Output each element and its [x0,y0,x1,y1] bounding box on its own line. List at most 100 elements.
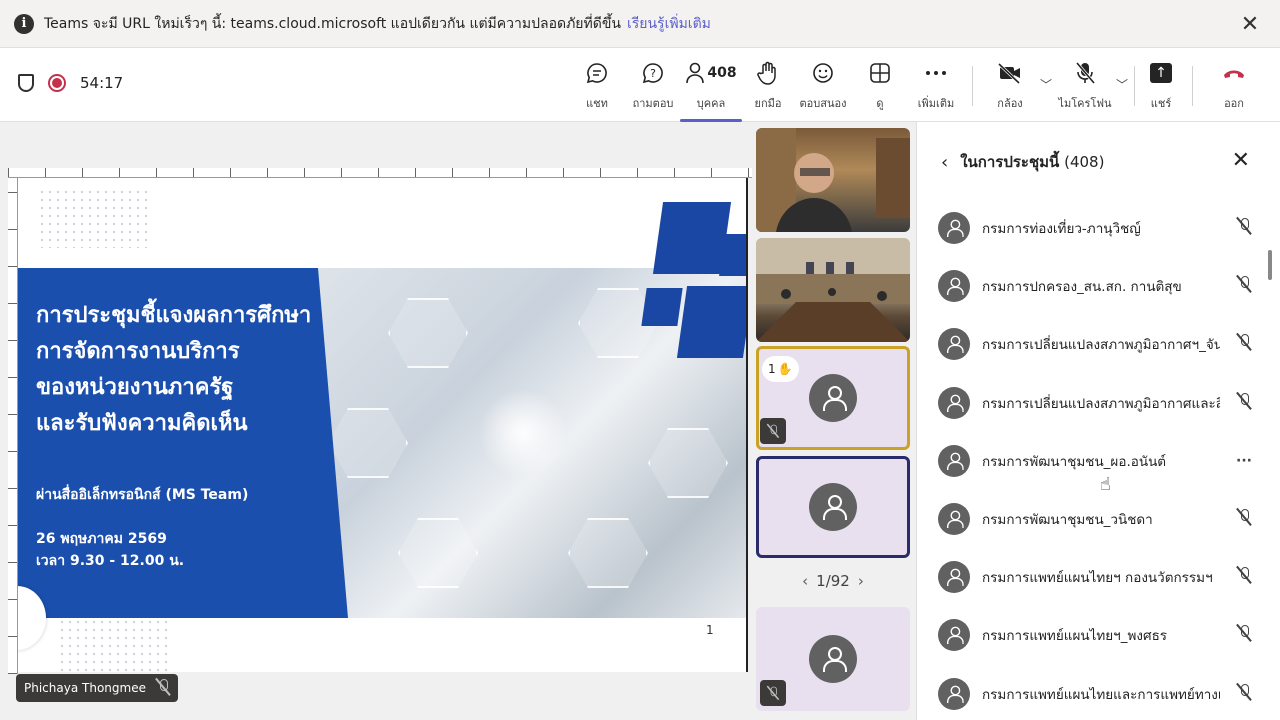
video-feed [756,238,910,342]
panel-header: ‹ ในการประชุมนี้ (408) [941,150,1104,174]
more-icon [924,58,948,88]
participant-name: กรมการพัฒนาชุมชน_ผอ.อนันต์ [982,453,1167,470]
blue-square-graphic [652,202,732,274]
participant-row[interactable]: กรมการแพทย์แผนไทยฯ_พงศธร [938,615,1258,655]
avatar [938,677,970,710]
slide-date-time: 26 พฤษภาคม 2569 เวลา 9.30 - 12.00 น. [36,531,185,569]
hand-order: 1 [768,362,776,376]
meeting-timer: 54:17 [80,74,124,92]
view-button[interactable]: ดู [869,58,891,114]
avatar [938,503,970,535]
participant-count: (408) [1064,153,1105,171]
banner-message: Teams จะมี URL ใหม่เร็วๆ นี้: teams.clou… [44,15,621,32]
camera-options-chevron-icon[interactable]: ﹀ [1040,76,1052,93]
more-label: เพิ่มเติม [917,97,955,110]
person-icon [946,394,964,412]
person-icon [946,219,964,238]
person-icon [946,626,964,645]
avatar [938,328,970,361]
participant-video-tile[interactable] [756,238,910,342]
mic-options-chevron-icon[interactable]: ﹀ [1116,76,1128,93]
participant-row[interactable]: กรมการพัฒนาชุมชน_วนิชดา [938,499,1258,539]
share-icon: ↑ [1150,58,1172,88]
avatar [938,619,970,652]
share-label: แชร์ [1150,97,1172,110]
share-button[interactable]: ↑ แชร์ [1150,58,1172,114]
video-feed [756,128,910,232]
toolbar-divider [1192,66,1193,106]
chat-button[interactable]: แชท [584,58,610,114]
blue-square-graphic [676,286,746,358]
participant-row[interactable]: กรมการท่องเที่ยว-ภานุวิชญ์ [938,208,1258,248]
people-count: 408 [707,65,737,81]
meeting-toolbar: 54:17 แชท ? ถามตอบ 408 บุคคล ยกมือ ตอบสน… [0,48,1280,122]
participant-row[interactable]: กรมการเปลี่ยนแปลงสภาพภูมิอากาศและสิ่... [938,383,1258,423]
qa-label: ถามตอบ [632,97,674,110]
hand-icon [757,58,779,88]
dot-pattern [38,188,148,248]
mouse-cursor-icon: ☝ [1100,474,1111,495]
scrollbar[interactable] [1268,250,1272,280]
previous-page-chevron-icon[interactable]: ‹ [802,572,808,590]
back-chevron-icon[interactable]: ‹ [941,152,948,173]
participant-row[interactable]: กรมการแพทย์แผนไทยและการแพทย์ทางเลื... [938,674,1258,714]
people-label: บุคคล [696,97,726,110]
participant-name: กรมการปกครอง_สน.สก. กานติสุข [982,279,1182,296]
camera-off-icon [997,58,1023,88]
avatar [809,374,857,422]
view-label: ดู [876,97,884,110]
avatar [938,561,970,594]
learn-more-link[interactable]: เรียนรู้เพิ่มเติม [627,13,711,35]
participant-name: กรมการแพทย์แผนไทยและการแพทย์ทางเลื... [982,686,1220,703]
mic-off-icon [1234,508,1254,530]
next-page-chevron-icon[interactable]: › [858,572,864,590]
participant-row[interactable]: กรมการเปลี่ยนแปลงสภาพภูมิอากาศฯ_จัน... [938,324,1258,364]
grid-icon [869,58,891,88]
tile-pager: ‹ 1/92 › [756,572,910,590]
avatar [809,635,857,683]
slide-title: การประชุมชี้แจงผลการศึกษา การจัดการงานบร… [36,303,312,436]
hang-up-icon [1222,58,1246,88]
notification-banner: i Teams จะมี URL ใหม่เร็วๆ นี้: teams.cl… [0,0,1280,48]
react-button[interactable]: ตอบสนอง [800,58,846,114]
qa-button[interactable]: ? ถามตอบ [633,58,673,114]
raise-hand-button[interactable]: ยกมือ [755,58,781,114]
participant-video-tile[interactable] [756,128,910,232]
mic-button[interactable]: ไมโครโฟน [1058,58,1112,114]
recording-icon [48,74,66,92]
close-banner-button[interactable]: ✕ [1238,12,1262,37]
person-icon [946,685,964,703]
mic-off-icon [1074,58,1096,88]
person-icon [946,277,964,296]
participant-name: กรมการเปลี่ยนแปลงสภาพภูมิอากาศและสิ่... [982,395,1220,412]
people-icon: 408 [685,58,737,88]
participant-name: กรมการแพทย์แผนไทยฯ_พงศธร [982,628,1168,645]
avatar [938,386,970,419]
participant-row[interactable]: กรมการปกครอง_สน.สก. กานติสุข [938,266,1258,306]
toolbar-divider [1134,66,1135,106]
slide-page-number: 1 [706,623,714,637]
camera-button[interactable]: กล้อง [996,58,1024,114]
leave-label: ออก [1224,97,1244,110]
close-panel-button[interactable]: ✕ [1232,148,1250,173]
page-indicator: 1/92 [816,572,850,590]
glow-graphic [478,388,568,478]
person-icon [822,647,847,672]
info-icon: i [14,13,34,34]
svg-text:?: ? [650,67,656,80]
more-options-icon[interactable]: ··· [1234,453,1254,469]
participant-avatar-tile[interactable] [756,456,910,558]
smiley-icon [811,58,835,88]
leave-button[interactable]: ออก [1222,58,1246,114]
people-button[interactable]: 408 บุคคล [680,58,742,122]
avatar [938,212,970,244]
presenter-name: Phichaya Thongmee [24,681,146,695]
more-button[interactable]: เพิ่มเติม [918,58,954,114]
ruler-horizontal [8,168,752,178]
mic-off-icon [1234,333,1254,355]
toolbar-divider [972,66,973,106]
qa-icon: ? [641,58,665,88]
hand-icon: ✋ [777,362,793,376]
participant-row[interactable]: กรมการแพทย์แผนไทยฯ กองนวัตกรรมฯ [938,557,1258,597]
participant-row[interactable]: กรมการพัฒนาชุมชน_ผอ.อนันต์ ··· [938,441,1258,481]
